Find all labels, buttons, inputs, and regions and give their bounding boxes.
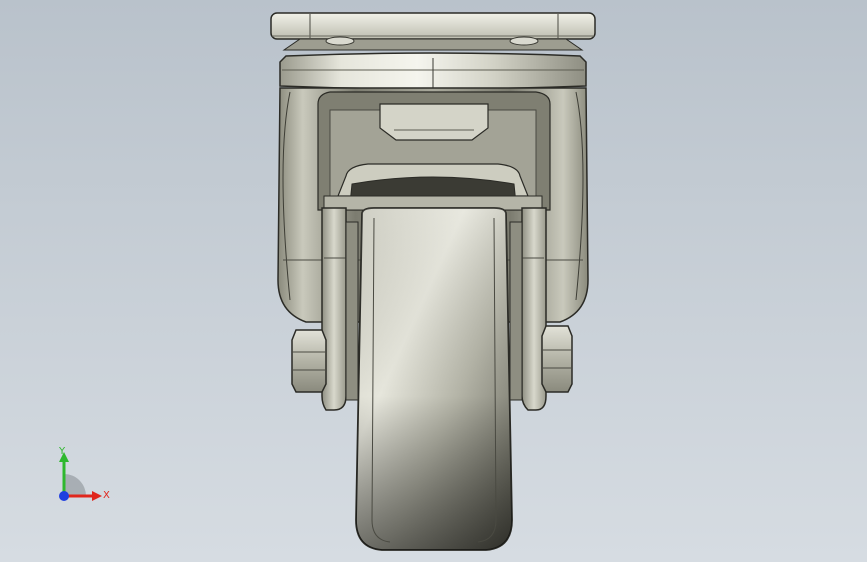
orientation-triad: Y X bbox=[58, 446, 110, 501]
axle-nut-right bbox=[541, 325, 573, 393]
plate-ledge bbox=[282, 36, 584, 51]
z-axis-marker bbox=[59, 491, 69, 501]
x-axis-arrowhead bbox=[92, 491, 102, 501]
wheel bbox=[345, 207, 523, 551]
axle-nut-left bbox=[291, 329, 327, 393]
graphics-viewport[interactable]: Y X bbox=[0, 0, 867, 562]
brake-cap bbox=[323, 163, 543, 211]
swivel-bearing-ring bbox=[279, 52, 587, 90]
x-axis-label: X bbox=[103, 490, 110, 501]
top-plate bbox=[270, 12, 596, 40]
caster-wheel-model[interactable] bbox=[0, 0, 867, 562]
y-axis-label: Y bbox=[58, 446, 66, 457]
